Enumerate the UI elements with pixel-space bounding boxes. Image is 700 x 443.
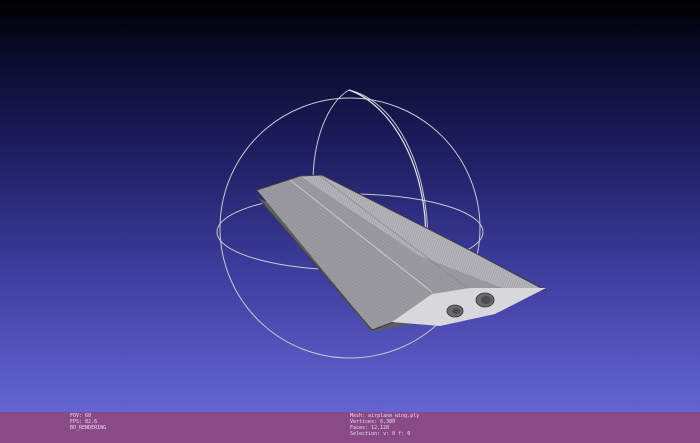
- render-info-panel: FOV: 60 FPS: 82.6 BO_RENDERING: [70, 413, 106, 431]
- 3d-viewport[interactable]: [0, 0, 700, 412]
- status-bar: FOV: 60 FPS: 82.6 BO_RENDERING Mesh: air…: [0, 412, 700, 443]
- spar-hole-right-inner: [481, 296, 491, 304]
- scene-canvas[interactable]: [0, 0, 700, 412]
- mesh-info-panel: Mesh: airplane_wing.ply Vertices: 6,380 …: [350, 413, 419, 437]
- render-mode-readout: BO_RENDERING: [70, 425, 107, 431]
- selection-readout: Selection: v: 0 f: 0: [350, 431, 411, 437]
- spar-hole-left-inner: [452, 308, 460, 314]
- wing-mesh[interactable]: [256, 174, 547, 332]
